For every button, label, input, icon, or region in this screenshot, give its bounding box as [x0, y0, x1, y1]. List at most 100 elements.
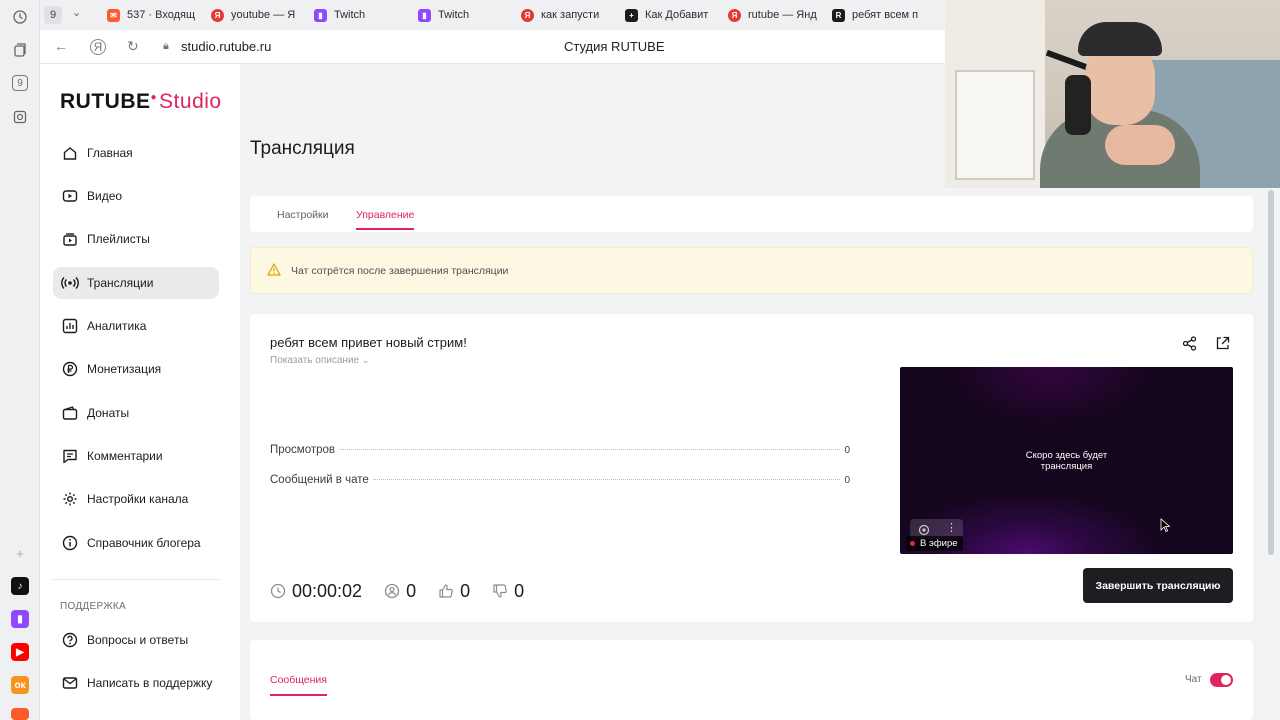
more-options-icon[interactable]: ⋮: [946, 521, 957, 534]
browser-tab[interactable]: Я youtube — Я: [211, 4, 301, 26]
webcam-microphone: [1065, 75, 1091, 135]
studio-sidebar: RUTUBE●Studio Главная Видео Плейлисты Тр…: [40, 64, 240, 720]
sidebar-item-video[interactable]: Видео: [53, 180, 219, 212]
twitch-favicon-icon: ▮: [418, 8, 431, 22]
history-icon[interactable]: [10, 7, 30, 27]
home-icon: [61, 144, 79, 162]
wallet-icon: [61, 404, 79, 422]
browser-tab-label: 537 · Входящ: [127, 9, 196, 21]
lock-icon: 🔒︎: [163, 40, 169, 52]
browser-tab[interactable]: ✉ 537 · Входящ: [107, 4, 197, 26]
browser-tab[interactable]: ▮ Twitch: [314, 4, 404, 26]
webcam-overlay: [945, 0, 1280, 188]
rail-badge-1[interactable]: 9: [12, 75, 28, 91]
yandex-favicon-icon: Я: [521, 8, 534, 22]
browser-tab[interactable]: R ребят всем п: [832, 4, 922, 26]
browser-tab[interactable]: ▮ Twitch: [418, 4, 508, 26]
open-external-icon[interactable]: [1215, 336, 1230, 356]
yandex-home-icon[interactable]: Я: [90, 39, 106, 55]
rutube-favicon-icon: R: [832, 8, 845, 22]
sidebar-item-comments[interactable]: Комментарии: [53, 440, 219, 472]
gear-icon: [61, 490, 79, 508]
page-scrollbar[interactable]: [1268, 190, 1274, 555]
chat-toggle[interactable]: [1210, 673, 1233, 687]
sidebar-item-label: Монетизация: [87, 362, 162, 376]
thumbs-down-icon: [493, 584, 507, 598]
analytics-icon: [61, 317, 79, 335]
mail-app-icon[interactable]: [11, 708, 29, 720]
sidebar-item-contact-support[interactable]: Написать в поддержку: [53, 667, 219, 699]
chevron-down-icon: ⌄: [361, 355, 370, 365]
yandex-favicon-icon: Я: [728, 8, 741, 22]
sidebar-item-label: Справочник блогера: [87, 536, 201, 550]
chat-toggle-label: Чат: [1185, 674, 1202, 685]
stream-card: ребят всем привет новый стрим! Показать …: [250, 314, 1253, 622]
browser-tab[interactable]: + Как Добавит: [625, 4, 715, 26]
warning-icon: [267, 262, 281, 279]
live-badge: В эфире: [906, 536, 963, 551]
browser-tab-label: Twitch: [438, 9, 470, 21]
back-icon[interactable]: ←: [54, 38, 68, 54]
chat-panel: Сообщения Чат: [250, 640, 1253, 720]
stat-leader-dots: [339, 449, 841, 450]
stream-preview-player[interactable]: Скоро здесь будет трансляция ⋮ В эфире: [900, 367, 1233, 554]
webcam-window: [955, 70, 1035, 180]
stream-timer: 00:00:02: [292, 580, 363, 601]
sidebar-item-broadcasts[interactable]: Трансляции: [53, 267, 219, 299]
twitch-icon[interactable]: ▮: [11, 610, 29, 628]
screenshot-icon[interactable]: [10, 107, 30, 127]
chat-warning-banner: Чат сотрётся после завершения трансляции: [250, 247, 1253, 294]
sidebar-item-channel-settings[interactable]: Настройки канала: [53, 483, 219, 515]
sidebar-item-donations[interactable]: Донаты: [53, 397, 219, 429]
rutube-studio-logo[interactable]: RUTUBE●Studio: [60, 90, 222, 114]
live-badge-label: В эфире: [920, 538, 958, 549]
collections-icon[interactable]: [10, 40, 30, 60]
page-title-bar: Студия RUTUBE: [564, 39, 665, 54]
sidebar-item-home[interactable]: Главная: [53, 137, 219, 169]
browser-side-rail: 9 + ♪ ▮ ▶ ок: [0, 0, 40, 720]
mail-favicon-icon: ✉: [107, 8, 120, 22]
mouse-cursor-icon: [1160, 518, 1171, 537]
url-field[interactable]: studio.rutube.ru: [181, 39, 271, 54]
sidebar-item-faq[interactable]: Вопросы и ответы: [53, 624, 219, 656]
tab-messages[interactable]: Сообщения: [270, 674, 327, 696]
warning-text: Чат сотрётся после завершения трансляции: [291, 264, 509, 277]
sidebar-item-blogger-guide[interactable]: Справочник блогера: [53, 527, 219, 559]
show-description-link[interactable]: Показать описание ⌄: [270, 355, 369, 366]
sidebar-item-label: Видео: [87, 189, 123, 203]
webcam-person-hands: [1105, 125, 1175, 165]
tab-count[interactable]: 9: [44, 6, 62, 24]
browser-tab-label: youtube — Я: [231, 9, 296, 21]
add-app-icon[interactable]: +: [10, 543, 30, 563]
youtube-icon[interactable]: ▶: [11, 643, 29, 661]
stat-label: Просмотров: [270, 444, 336, 456]
chevron-down-icon[interactable]: ⌄: [72, 6, 81, 19]
end-broadcast-button[interactable]: Завершить трансляцию: [1083, 568, 1233, 603]
sidebar-divider: [53, 579, 219, 580]
tab-management[interactable]: Управление: [356, 209, 415, 230]
odnoklassniki-icon[interactable]: ок: [11, 676, 29, 694]
browser-tab[interactable]: Я rutube — Янд: [728, 4, 818, 26]
sidebar-item-label: Главная: [87, 146, 133, 160]
tiktok-icon[interactable]: ♪: [11, 577, 29, 595]
viewers-metric: 0: [384, 581, 416, 602]
stream-title: ребят всем привет новый стрим!: [270, 335, 467, 350]
browser-tab-label: ребят всем п: [852, 9, 919, 21]
sidebar-item-label: Написать в поддержку: [87, 676, 213, 690]
browser-tab[interactable]: Я как запусти: [521, 4, 611, 26]
broadcast-icon: [61, 274, 79, 292]
logo-dot-icon: ●: [150, 92, 158, 103]
comment-icon: [61, 447, 79, 465]
viewers-count: 0: [406, 580, 417, 601]
tab-settings[interactable]: Настройки: [277, 209, 329, 221]
broadcast-tabs: Настройки Управление: [250, 196, 1253, 232]
stat-value: 0: [844, 445, 850, 456]
sidebar-item-label: Трансляции: [87, 276, 154, 290]
logo-brand: RUTUBE: [60, 90, 151, 113]
browser-tab-label: Twitch: [334, 9, 366, 21]
sidebar-item-monetization[interactable]: Монетизация: [53, 353, 219, 385]
share-icon[interactable]: [1182, 336, 1197, 356]
sidebar-item-playlists[interactable]: Плейлисты: [53, 223, 219, 255]
reload-icon[interactable]: ↻: [127, 38, 139, 55]
sidebar-item-analytics[interactable]: Аналитика: [53, 310, 219, 342]
